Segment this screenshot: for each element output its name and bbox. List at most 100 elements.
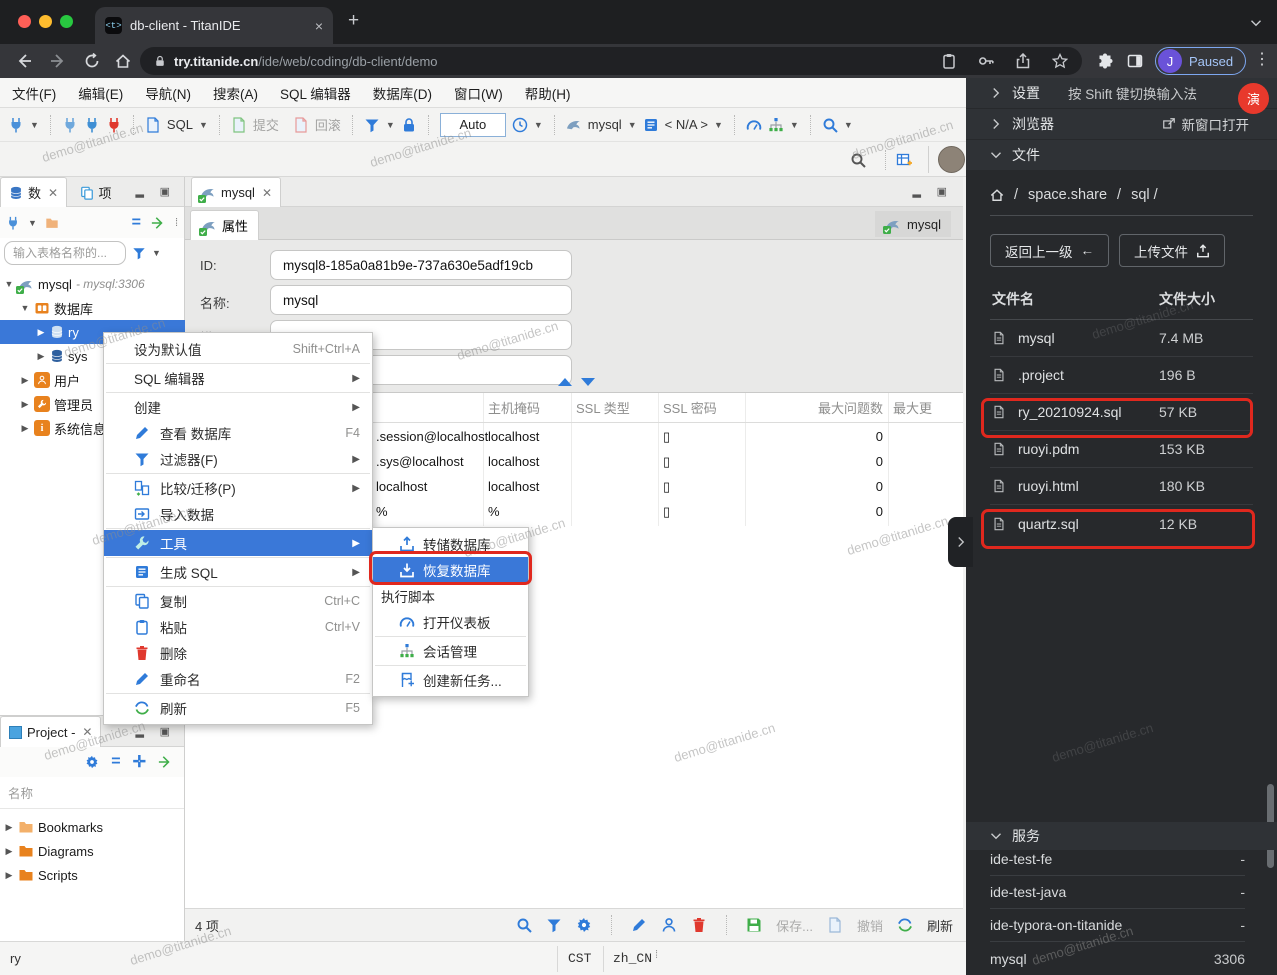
dashboard-gauge-icon[interactable] xyxy=(746,117,762,133)
menu-item-tools[interactable]: 工具 ▶ xyxy=(104,530,372,556)
history-clock-icon[interactable] xyxy=(512,117,528,133)
upload-file-button[interactable]: 上传文件 xyxy=(1119,234,1225,267)
side-panel-icon[interactable] xyxy=(1127,53,1143,69)
grid-search-icon[interactable] xyxy=(516,917,532,933)
window-minimize-button[interactable] xyxy=(39,15,52,28)
service-row[interactable]: ide-typora-on-titanide - xyxy=(990,909,1245,942)
commit-mode-select[interactable]: Auto xyxy=(439,112,506,137)
sidebar-section-services[interactable]: 服务 xyxy=(966,822,1277,850)
refresh-button[interactable]: 刷新 xyxy=(927,916,953,935)
add-row-icon[interactable] xyxy=(661,917,677,933)
demo-badge[interactable]: 演 xyxy=(1238,83,1269,114)
menu-item-rename[interactable]: 重命名 F2 xyxy=(104,666,372,692)
save-button[interactable]: 保存... xyxy=(776,916,813,935)
reload-icon[interactable] xyxy=(84,53,100,69)
grid-cell-max-q[interactable]: 0 xyxy=(745,474,883,499)
file-row-highlighted[interactable]: ry_20210924.sql 57 KB xyxy=(990,394,1253,431)
password-key-icon[interactable] xyxy=(978,53,994,69)
maximize-editor-icon[interactable]: ▣ xyxy=(937,185,949,198)
expand-icon[interactable]: ✛ xyxy=(133,752,146,772)
share-icon[interactable] xyxy=(1015,53,1031,69)
sidebar-section-files[interactable]: 文件 xyxy=(966,140,1277,171)
tab-close-icon[interactable]: × xyxy=(315,18,323,34)
connection-dropdown-icon[interactable]: ▼ xyxy=(628,120,637,130)
browser-menu-icon[interactable]: ⋮ xyxy=(1254,49,1270,69)
menu-item-delete[interactable]: 删除 xyxy=(104,640,372,666)
grid-cell-ssl-pwd[interactable]: ▯ xyxy=(663,424,670,449)
grid-header-max-updates[interactable]: 最大更 xyxy=(893,393,932,422)
collapse-all-icon[interactable]: = xyxy=(132,214,141,232)
menu-item-create[interactable]: 创建 ▶ xyxy=(104,394,372,420)
sql-dropdown-icon[interactable]: ▼ xyxy=(199,120,208,130)
id-field[interactable]: mysql8-185a0a81b9e-737a630e5adf19cb xyxy=(270,250,572,280)
menu-item-generate-sql[interactable]: 生成 SQL ▶ xyxy=(104,559,372,585)
maximize-panel-icon[interactable]: ▣ xyxy=(160,725,172,738)
refresh-icon[interactable] xyxy=(897,917,913,933)
file-row-highlighted[interactable]: quartz.sql 12 KB xyxy=(990,505,1253,542)
new-tab-button[interactable]: + xyxy=(348,10,359,32)
grid-cell-ssl-pwd[interactable]: ▯ xyxy=(663,499,670,524)
schema-dropdown-icon[interactable]: ▼ xyxy=(714,120,723,130)
grid-cell-ssl-pwd[interactable]: ▯ xyxy=(663,474,670,499)
sql-editor-button[interactable]: SQL xyxy=(167,117,193,132)
filter-dropdown-icon[interactable]: ▼ xyxy=(152,248,161,258)
sql-script-icon[interactable] xyxy=(145,117,161,133)
history-dropdown-icon[interactable]: ▼ xyxy=(534,120,543,130)
network-sessions-icon[interactable] xyxy=(768,117,784,133)
active-schema-select[interactable]: < N/A > xyxy=(665,117,708,132)
menu-edit[interactable]: 编辑(E) xyxy=(78,83,123,103)
browser-tab[interactable]: <t> db-client - TitanIDE × xyxy=(95,7,333,44)
edit-cell-icon[interactable] xyxy=(631,917,647,933)
rollback-button[interactable]: 回滚 xyxy=(315,115,341,134)
tab-project[interactable]: Project - ✕ xyxy=(0,716,102,747)
open-new-window-button[interactable]: 新窗口打开 xyxy=(1162,114,1249,134)
sidebar-section-settings[interactable]: 设置 按 Shift 键切换输入法 xyxy=(966,78,1277,109)
window-zoom-button[interactable] xyxy=(60,15,73,28)
connection-type-dropdown-icon[interactable]: ▼ xyxy=(28,218,37,228)
sidebar-collapse-handle[interactable] xyxy=(948,517,973,567)
home-icon[interactable] xyxy=(990,188,1004,202)
bookmark-star-icon[interactable] xyxy=(1052,53,1068,69)
menu-search[interactable]: 搜索(A) xyxy=(213,83,258,103)
tab-close-icon[interactable]: ✕ xyxy=(82,725,92,739)
transaction-dropdown-icon[interactable]: ▼ xyxy=(386,120,395,130)
search-dropdown-icon[interactable]: ▼ xyxy=(844,120,853,130)
menu-window[interactable]: 窗口(W) xyxy=(454,83,503,103)
home-icon[interactable] xyxy=(115,53,131,69)
grid-cell-host[interactable]: localhost xyxy=(488,424,539,449)
reconnect-icon[interactable] xyxy=(84,117,100,133)
connect-icon[interactable] xyxy=(62,117,78,133)
new-folder-icon[interactable] xyxy=(45,216,59,230)
active-connection-select[interactable]: mysql xyxy=(588,117,622,132)
project-item-scripts[interactable]: ▶ Scripts xyxy=(0,863,185,887)
grid-cell-host[interactable]: localhost xyxy=(488,449,539,474)
submenu-item-restore-database[interactable]: 恢复数据库 xyxy=(373,557,528,583)
menu-item-import-data[interactable]: 导入数据 xyxy=(104,501,372,527)
tab-projects[interactable]: 项 xyxy=(72,178,120,208)
submenu-item-session-manager[interactable]: 会话管理 xyxy=(373,638,528,664)
status-more-icon[interactable]: ⁞ xyxy=(655,949,658,961)
back-icon[interactable] xyxy=(16,53,32,69)
new-connection-dropdown-icon[interactable]: ▼ xyxy=(30,120,39,130)
minimize-panel-icon[interactable]: ▂ xyxy=(136,725,146,738)
menu-item-sql-editor[interactable]: SQL 编辑器 ▶ xyxy=(104,365,372,391)
revert-icon[interactable] xyxy=(827,917,843,933)
settings-gear-icon[interactable] xyxy=(85,755,99,769)
grid-cell-max-q[interactable]: 0 xyxy=(745,499,883,524)
menu-item-set-default[interactable]: 设为默认值 Shift+Ctrl+A xyxy=(104,336,372,362)
grid-filter-icon[interactable] xyxy=(546,917,562,933)
go-up-button[interactable]: 返回上一级 ← xyxy=(990,234,1109,267)
tree-node-databases[interactable]: ▼ 数据库 xyxy=(0,296,185,320)
menu-item-copy[interactable]: 复制 Ctrl+C xyxy=(104,588,372,614)
menu-item-view-database[interactable]: 查看 数据库 F4 xyxy=(104,420,372,446)
grid-cell-max-q[interactable]: 0 xyxy=(745,449,883,474)
grid-cell-user[interactable]: .sys@localhost xyxy=(376,449,464,474)
collapse-all-icon[interactable]: = xyxy=(111,753,120,771)
submenu-item-dump-database[interactable]: 转储数据库 xyxy=(373,531,528,557)
menu-item-refresh[interactable]: 刷新 F5 xyxy=(104,695,372,721)
grid-cell-host[interactable]: % xyxy=(488,499,500,524)
crumb-space-share[interactable]: space.share xyxy=(1028,187,1107,203)
user-avatar[interactable] xyxy=(938,146,965,173)
editor-tab-mysql[interactable]: mysql ✕ xyxy=(191,177,282,207)
search-icon[interactable] xyxy=(822,117,838,133)
